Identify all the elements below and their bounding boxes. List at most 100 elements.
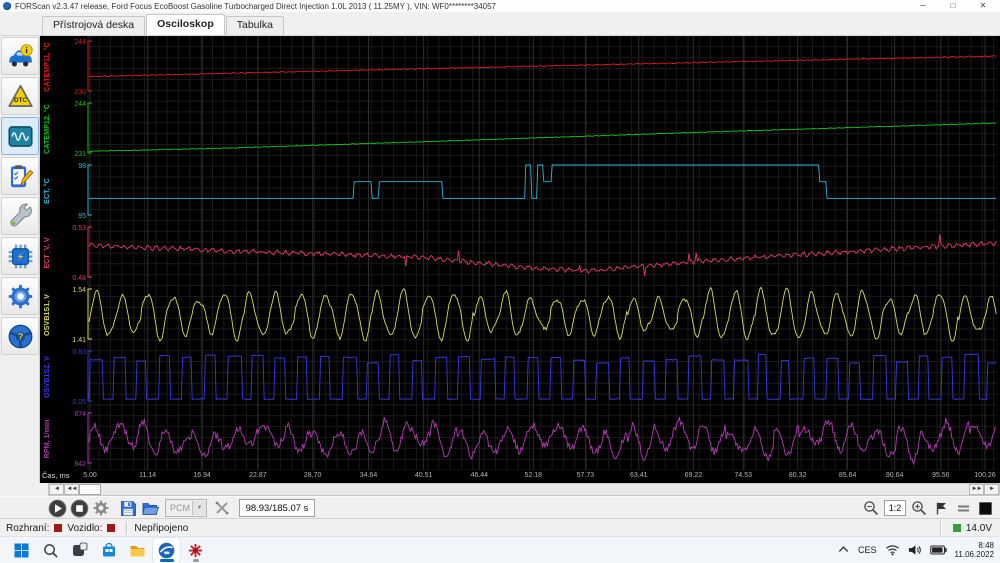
active-app-indicator bbox=[159, 558, 174, 562]
scroll-right-fast-button[interactable]: ►► bbox=[969, 484, 984, 495]
channel-name-label: CATEMP11, °C bbox=[42, 42, 51, 91]
scrollbar-track[interactable] bbox=[101, 484, 969, 495]
time-tick-label: 57.73 bbox=[576, 472, 595, 479]
horizontal-lines-icon bbox=[957, 505, 969, 511]
module-select[interactable]: PCM ▼ bbox=[165, 499, 207, 517]
minimize-button[interactable]: ─ bbox=[908, 0, 938, 12]
task-view-button[interactable] bbox=[66, 538, 93, 563]
horizontal-scrollbar[interactable]: ◄ ◄◄ ►► ► bbox=[48, 483, 1000, 496]
channel-name-label: ECT_V, V bbox=[42, 237, 51, 268]
test-clipboard-icon bbox=[10, 164, 33, 187]
record-settings-button[interactable] bbox=[90, 498, 112, 518]
zoom-out-button[interactable] bbox=[860, 498, 882, 518]
time-tick-label: 46.44 bbox=[470, 472, 489, 479]
scrollbar-thumb[interactable] bbox=[79, 484, 101, 495]
zoom-ratio-display: 1:2 bbox=[884, 500, 906, 516]
interface-status-indicator bbox=[54, 524, 63, 532]
oscilloscope-plot[interactable]: CATEMP11, °C 244 230 CATEMP12, °C 244 231 ECT,… bbox=[40, 35, 1000, 471]
time-tick-label: 40.51 bbox=[414, 472, 433, 479]
tray-chevron-up-icon[interactable] bbox=[837, 544, 850, 555]
time-tick-label: 100.26 bbox=[974, 472, 996, 479]
voltage-value: 14.0V bbox=[965, 522, 992, 534]
taskbar-clock[interactable]: 8:48 11.06.2022 bbox=[955, 541, 994, 559]
search-icon bbox=[44, 543, 58, 557]
scroll-left-fast-button[interactable]: ◄◄ bbox=[64, 484, 79, 495]
taskbar-forscan-button[interactable] bbox=[153, 537, 180, 563]
tab-dashboard[interactable]: Přístrojová deska bbox=[42, 16, 146, 35]
volume-icon[interactable] bbox=[908, 544, 922, 556]
channel-trace bbox=[88, 353, 997, 401]
channel-min-label: 1.41 bbox=[72, 337, 86, 344]
clock-time: 8:48 bbox=[978, 540, 994, 550]
channel-min-label: 0.48 bbox=[72, 275, 86, 282]
forscan-window: FORScan v2.3.47 release, Ford Focus EcoB… bbox=[0, 0, 1000, 563]
playback-time-display: 98.93/185.07 s bbox=[239, 499, 315, 517]
time-tick-label: 69.22 bbox=[684, 472, 703, 479]
save-button[interactable] bbox=[117, 498, 139, 518]
sidebar-item-oscilloscope[interactable] bbox=[1, 117, 39, 155]
sidebar-item-dtc[interactable]: DTC bbox=[1, 77, 39, 115]
taskbar-search-button[interactable] bbox=[37, 538, 64, 563]
time-tick-label: 11.14 bbox=[139, 472, 157, 479]
sidebar: i DTC ? bbox=[0, 36, 40, 483]
oscilloscope-icon bbox=[7, 125, 33, 147]
channel-trace bbox=[88, 416, 997, 466]
marker-button[interactable] bbox=[930, 498, 952, 518]
close-button[interactable]: ✕ bbox=[968, 0, 998, 12]
tab-bar: Přístrojová deska Osciloskop Tabulka bbox=[0, 12, 1000, 36]
sidebar-item-tests[interactable] bbox=[1, 157, 39, 195]
connection-status: Nepřipojeno bbox=[134, 522, 189, 534]
open-button[interactable] bbox=[139, 498, 161, 518]
sidebar-item-programming[interactable] bbox=[1, 237, 39, 275]
maximize-button[interactable]: □ bbox=[938, 0, 968, 12]
zoom-in-button[interactable] bbox=[908, 498, 930, 518]
sidebar-item-settings[interactable] bbox=[1, 277, 39, 315]
steering-wheel-help-icon: ? bbox=[8, 324, 32, 348]
red-star-app-icon bbox=[188, 543, 203, 557]
microsoft-store-button[interactable] bbox=[95, 538, 122, 563]
sidebar-item-help[interactable]: ? bbox=[1, 317, 39, 355]
channel-max-label: 0.53 bbox=[72, 225, 86, 232]
car-info-icon: i bbox=[8, 43, 33, 67]
system-tray: CES 8:48 11.06.2022 bbox=[837, 536, 994, 563]
sidebar-item-vehicle-info[interactable]: i bbox=[1, 37, 39, 75]
task-view-icon bbox=[72, 542, 87, 556]
vehicle-label: Vozidlo: bbox=[67, 522, 103, 534]
channel-name-label: RPM, 1/min bbox=[42, 420, 51, 459]
black-square-icon bbox=[978, 501, 992, 515]
battery-icon[interactable] bbox=[929, 545, 947, 555]
dropdown-arrow-icon: ▼ bbox=[192, 501, 206, 515]
scroll-left-button[interactable]: ◄ bbox=[49, 484, 64, 495]
channel-name-label: OSVB1S1, V bbox=[42, 294, 51, 336]
language-indicator[interactable]: CES bbox=[858, 545, 877, 555]
sidebar-item-service[interactable] bbox=[1, 197, 39, 235]
stop-button[interactable] bbox=[68, 498, 90, 518]
dtc-warning-icon: DTC bbox=[7, 84, 33, 107]
wifi-icon[interactable] bbox=[885, 544, 900, 556]
channel-min-label: 842 bbox=[74, 461, 86, 468]
scroll-right-button[interactable]: ► bbox=[984, 484, 999, 495]
window-title: FORScan v2.3.47 release, Ford Focus EcoB… bbox=[15, 1, 496, 11]
start-button[interactable] bbox=[8, 538, 35, 563]
background-color-button[interactable] bbox=[974, 498, 996, 518]
tab-table[interactable]: Tabulka bbox=[225, 16, 284, 35]
tab-oscilloscope[interactable]: Osciloskop bbox=[146, 14, 225, 35]
running-app-indicator bbox=[192, 558, 199, 562]
channel-trace bbox=[88, 234, 997, 276]
folder-icon bbox=[130, 545, 145, 556]
forscan-logo-icon bbox=[3, 2, 11, 10]
time-tick-label: 63.41 bbox=[630, 472, 648, 479]
taskbar-app-button[interactable] bbox=[182, 538, 209, 563]
file-explorer-button[interactable] bbox=[124, 538, 151, 563]
channel-name-label: OSVB1S2, V bbox=[42, 356, 51, 398]
play-icon bbox=[47, 498, 67, 518]
save-floppy-icon bbox=[120, 500, 136, 516]
grid-lines-button[interactable] bbox=[952, 498, 974, 518]
play-button[interactable] bbox=[46, 498, 68, 518]
channel-max-label: 244 bbox=[74, 39, 86, 46]
window-controls: ─ □ ✕ bbox=[908, 0, 998, 12]
clear-markers-button[interactable] bbox=[211, 498, 233, 518]
time-tick-label: 85.64 bbox=[838, 472, 857, 479]
status-bar: Rozhraní: Vozidlo: Nepřipojeno 14.0V bbox=[0, 518, 1000, 537]
channel-trace bbox=[88, 286, 997, 343]
